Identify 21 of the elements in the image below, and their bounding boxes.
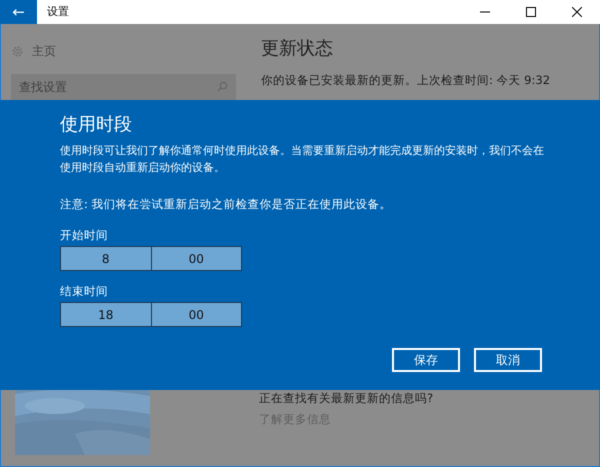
settings-icon bbox=[11, 44, 24, 58]
save-button[interactable]: 保存 bbox=[392, 348, 460, 372]
status-text: 你的设备已安装最新的更新。上次检查时间: 今天 9:32 bbox=[261, 72, 552, 89]
time-label: 结束时间 bbox=[60, 283, 109, 300]
note-text: 注意: 我们将在尝试重新启动之前检查你是否正在使用此设备。 bbox=[60, 196, 393, 213]
close-icon bbox=[572, 7, 582, 17]
dialog-description: 使用时段可让我们了解你通常何时使用此设备。当需要重新启动才能完成更新的安装时，我们不会在使用时段自动重新启动你的设备。 bbox=[60, 142, 545, 176]
hour-picker[interactable]: 8 bbox=[61, 247, 150, 270]
back-button[interactable]: ← bbox=[0, 0, 37, 24]
minute-picker[interactable]: 00 bbox=[150, 303, 241, 326]
time-label: 开始时间 bbox=[60, 226, 109, 244]
question-text: 正在查找有关最新更新的信息吗? bbox=[259, 390, 434, 407]
window-title: 设置 bbox=[47, 4, 70, 20]
page-heading: 更新状态 bbox=[261, 38, 334, 60]
maximize-icon bbox=[526, 7, 536, 17]
cancel-button[interactable]: 取消 bbox=[474, 348, 542, 372]
dialog-title: 使用时段 bbox=[60, 114, 133, 136]
minute-picker[interactable]: 00 bbox=[150, 247, 241, 270]
search-icon bbox=[217, 81, 228, 92]
search-field[interactable]: 查找设置 bbox=[11, 74, 236, 100]
hour-picker[interactable]: 18 bbox=[61, 303, 150, 326]
